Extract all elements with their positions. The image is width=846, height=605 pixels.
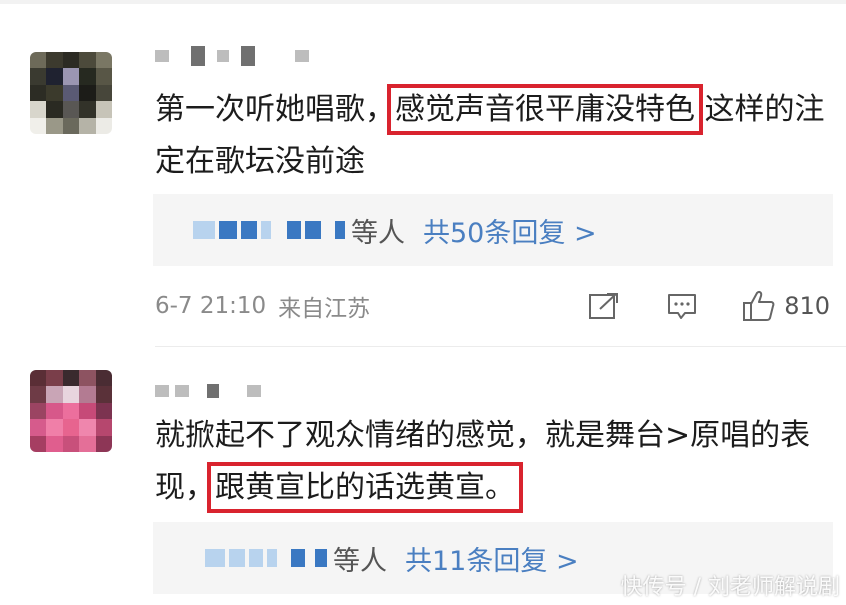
avatar[interactable]	[30, 52, 112, 134]
comment-item: 第一次听她唱歌，感觉声音很平庸没特色 这样的注定在歌坛没前途 等人 共50条回复…	[0, 0, 846, 350]
highlighted-phrase: 跟黄宣比的话选黄宣。	[207, 462, 523, 513]
comment-time: 6-7 21:10	[155, 293, 267, 319]
avatar[interactable]	[30, 370, 112, 452]
comment-item: 就掀起不了观众情绪的感觉，就是舞台>原唱的表现，跟黄宣比的话选黄宣。 等人 共1…	[0, 350, 846, 605]
username-blurred[interactable]	[155, 45, 309, 67]
share-icon[interactable]	[588, 291, 620, 321]
reply-usernames-blurred	[205, 549, 327, 567]
reply-suffix: 等人	[351, 217, 405, 249]
highlighted-phrase: 感觉声音很平庸没特色	[387, 84, 703, 135]
reply-suffix: 等人	[333, 545, 387, 577]
comment-divider	[155, 346, 846, 347]
reply-count-link[interactable]: 共11条回复 >	[405, 539, 579, 578]
like-icon[interactable]	[742, 290, 776, 322]
comment-text: 就掀起不了观众情绪的感觉，就是舞台>原唱的表现，跟黄宣比的话选黄宣。	[155, 418, 811, 513]
reply-count-link[interactable]: 共50条回复 >	[423, 211, 597, 250]
watermark: 快传号 / 刘老师解说剧	[620, 575, 840, 600]
comment-icon[interactable]	[666, 291, 698, 321]
comment-meta: 6-7 21:10 来自江苏 810	[155, 286, 846, 326]
comment-source: 来自江苏	[278, 296, 371, 322]
comment-actions: 810	[588, 286, 830, 326]
reply-preview[interactable]: 等人 共50条回复 >	[153, 194, 833, 266]
like-count: 810	[784, 292, 830, 320]
username-blurred[interactable]	[155, 380, 261, 402]
reply-usernames-blurred	[193, 221, 345, 239]
comment-text: 第一次听她唱歌，感觉声音很平庸没特色 这样的注定在歌坛没前途	[155, 84, 825, 179]
